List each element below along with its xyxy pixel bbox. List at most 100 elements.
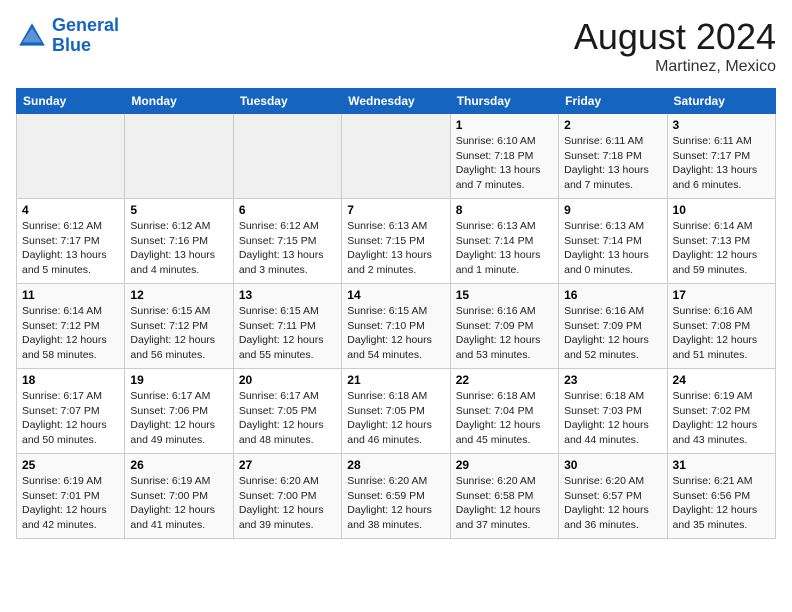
calendar-cell: 12Sunrise: 6:15 AM Sunset: 7:12 PM Dayli… bbox=[125, 284, 233, 369]
day-number: 11 bbox=[22, 288, 119, 302]
calendar-cell: 30 Sunrise: 6:20 AM Sunset: 6:57 PM Dayli… bbox=[559, 454, 667, 539]
day-info: Sunrise: 6:19 AM Sunset: 7:02 PM Dayligh… bbox=[673, 389, 770, 448]
day-number: 27 bbox=[239, 458, 336, 472]
calendar-cell: 22 Sunrise: 6:18 AM Sunset: 7:04 PM Dayli… bbox=[450, 369, 558, 454]
day-number: 12 bbox=[130, 288, 227, 302]
day-number: 21 bbox=[347, 373, 444, 387]
day-number: 18 bbox=[22, 373, 119, 387]
day-number: 5 bbox=[130, 203, 227, 217]
calendar-cell bbox=[233, 114, 341, 199]
day-info: Sunrise: 6:12 AM Sunset: 7:15 PM Dayligh… bbox=[239, 219, 336, 278]
page-header: General Blue August 2024 Martinez, Mexic… bbox=[16, 16, 776, 76]
day-info: Sunrise: 6:13 AM Sunset: 7:14 PM Dayligh… bbox=[564, 219, 661, 278]
day-number: 25 bbox=[22, 458, 119, 472]
day-info: Sunrise: 6:20 AM Sunset: 6:59 PM Dayligh… bbox=[347, 474, 444, 533]
day-number: 26 bbox=[130, 458, 227, 472]
day-number: 15 bbox=[456, 288, 553, 302]
calendar-cell: 21 Sunrise: 6:18 AM Sunset: 7:05 PM Dayli… bbox=[342, 369, 450, 454]
day-info: Sunrise: 6:21 AM Sunset: 6:56 PM Dayligh… bbox=[673, 474, 770, 533]
day-number: 20 bbox=[239, 373, 336, 387]
calendar-cell: 17Sunrise: 6:16 AM Sunset: 7:08 PM Dayli… bbox=[667, 284, 775, 369]
calendar-cell: 5 Sunrise: 6:12 AM Sunset: 7:16 PM Daylig… bbox=[125, 199, 233, 284]
calendar-cell: 8 Sunrise: 6:13 AM Sunset: 7:14 PM Daylig… bbox=[450, 199, 558, 284]
day-number: 23 bbox=[564, 373, 661, 387]
day-number: 22 bbox=[456, 373, 553, 387]
day-info: Sunrise: 6:12 AM Sunset: 7:16 PM Dayligh… bbox=[130, 219, 227, 278]
header-day-monday: Monday bbox=[125, 89, 233, 114]
day-info: Sunrise: 6:20 AM Sunset: 7:00 PM Dayligh… bbox=[239, 474, 336, 533]
calendar-cell: 15 Sunrise: 6:16 AM Sunset: 7:09 PM Dayli… bbox=[450, 284, 558, 369]
day-number: 30 bbox=[564, 458, 661, 472]
day-info: Sunrise: 6:17 AM Sunset: 7:06 PM Dayligh… bbox=[130, 389, 227, 448]
day-info: Sunrise: 6:14 AM Sunset: 7:12 PM Dayligh… bbox=[22, 304, 119, 363]
calendar-cell: 31 Sunrise: 6:21 AM Sunset: 6:56 PM Dayli… bbox=[667, 454, 775, 539]
header-day-sunday: Sunday bbox=[17, 89, 125, 114]
day-number: 24 bbox=[673, 373, 770, 387]
calendar-cell: 7Sunrise: 6:13 AM Sunset: 7:15 PM Daylig… bbox=[342, 199, 450, 284]
day-number: 16 bbox=[564, 288, 661, 302]
day-number: 10 bbox=[673, 203, 770, 217]
calendar-cell: 4 Sunrise: 6:12 AM Sunset: 7:17 PM Daylig… bbox=[17, 199, 125, 284]
day-info: Sunrise: 6:13 AM Sunset: 7:14 PM Dayligh… bbox=[456, 219, 553, 278]
calendar-cell bbox=[17, 114, 125, 199]
location: Martinez, Mexico bbox=[574, 58, 776, 76]
day-info: Sunrise: 6:20 AM Sunset: 6:58 PM Dayligh… bbox=[456, 474, 553, 533]
calendar-cell: 13Sunrise: 6:15 AM Sunset: 7:11 PM Dayli… bbox=[233, 284, 341, 369]
day-number: 9 bbox=[564, 203, 661, 217]
day-number: 31 bbox=[673, 458, 770, 472]
logo-text: General Blue bbox=[52, 16, 119, 56]
day-number: 2 bbox=[564, 118, 661, 132]
day-info: Sunrise: 6:16 AM Sunset: 7:09 PM Dayligh… bbox=[456, 304, 553, 363]
week-row-1: 1Sunrise: 6:10 AM Sunset: 7:18 PM Daylig… bbox=[17, 114, 776, 199]
day-number: 14 bbox=[347, 288, 444, 302]
day-info: Sunrise: 6:18 AM Sunset: 7:03 PM Dayligh… bbox=[564, 389, 661, 448]
calendar-cell: 14 Sunrise: 6:15 AM Sunset: 7:10 PM Dayli… bbox=[342, 284, 450, 369]
calendar-cell: 10 Sunrise: 6:14 AM Sunset: 7:13 PM Dayli… bbox=[667, 199, 775, 284]
day-info: Sunrise: 6:19 AM Sunset: 7:01 PM Dayligh… bbox=[22, 474, 119, 533]
day-info: Sunrise: 6:17 AM Sunset: 7:05 PM Dayligh… bbox=[239, 389, 336, 448]
day-info: Sunrise: 6:14 AM Sunset: 7:13 PM Dayligh… bbox=[673, 219, 770, 278]
day-info: Sunrise: 6:16 AM Sunset: 7:08 PM Dayligh… bbox=[673, 304, 770, 363]
week-row-2: 4 Sunrise: 6:12 AM Sunset: 7:17 PM Daylig… bbox=[17, 199, 776, 284]
day-info: Sunrise: 6:12 AM Sunset: 7:17 PM Dayligh… bbox=[22, 219, 119, 278]
calendar-cell bbox=[342, 114, 450, 199]
day-number: 13 bbox=[239, 288, 336, 302]
calendar-table: SundayMondayTuesdayWednesdayThursdayFrid… bbox=[16, 88, 776, 539]
week-row-4: 18 Sunrise: 6:17 AM Sunset: 7:07 PM Dayli… bbox=[17, 369, 776, 454]
day-number: 28 bbox=[347, 458, 444, 472]
calendar-cell bbox=[125, 114, 233, 199]
day-number: 29 bbox=[456, 458, 553, 472]
day-number: 8 bbox=[456, 203, 553, 217]
calendar-cell: 27 Sunrise: 6:20 AM Sunset: 7:00 PM Dayli… bbox=[233, 454, 341, 539]
header-day-friday: Friday bbox=[559, 89, 667, 114]
day-info: Sunrise: 6:15 AM Sunset: 7:10 PM Dayligh… bbox=[347, 304, 444, 363]
calendar-cell: 25 Sunrise: 6:19 AM Sunset: 7:01 PM Dayli… bbox=[17, 454, 125, 539]
header-row: SundayMondayTuesdayWednesdayThursdayFrid… bbox=[17, 89, 776, 114]
logo-icon bbox=[16, 20, 48, 52]
calendar-cell: 3Sunrise: 6:11 AM Sunset: 7:17 PM Daylig… bbox=[667, 114, 775, 199]
calendar-cell: 26 Sunrise: 6:19 AM Sunset: 7:00 PM Dayli… bbox=[125, 454, 233, 539]
calendar-cell: 20 Sunrise: 6:17 AM Sunset: 7:05 PM Dayli… bbox=[233, 369, 341, 454]
calendar-cell: 1Sunrise: 6:10 AM Sunset: 7:18 PM Daylig… bbox=[450, 114, 558, 199]
calendar-cell: 24 Sunrise: 6:19 AM Sunset: 7:02 PM Dayli… bbox=[667, 369, 775, 454]
day-info: Sunrise: 6:10 AM Sunset: 7:18 PM Dayligh… bbox=[456, 134, 553, 193]
day-info: Sunrise: 6:20 AM Sunset: 6:57 PM Dayligh… bbox=[564, 474, 661, 533]
calendar-cell: 9 Sunrise: 6:13 AM Sunset: 7:14 PM Daylig… bbox=[559, 199, 667, 284]
day-info: Sunrise: 6:19 AM Sunset: 7:00 PM Dayligh… bbox=[130, 474, 227, 533]
calendar-cell: 29 Sunrise: 6:20 AM Sunset: 6:58 PM Dayli… bbox=[450, 454, 558, 539]
day-info: Sunrise: 6:18 AM Sunset: 7:04 PM Dayligh… bbox=[456, 389, 553, 448]
title-block: August 2024 Martinez, Mexico bbox=[574, 16, 776, 76]
calendar-cell: 6Sunrise: 6:12 AM Sunset: 7:15 PM Daylig… bbox=[233, 199, 341, 284]
header-day-thursday: Thursday bbox=[450, 89, 558, 114]
calendar-cell: 18 Sunrise: 6:17 AM Sunset: 7:07 PM Dayli… bbox=[17, 369, 125, 454]
month-title: August 2024 bbox=[574, 16, 776, 58]
day-info: Sunrise: 6:18 AM Sunset: 7:05 PM Dayligh… bbox=[347, 389, 444, 448]
calendar-cell: 2 Sunrise: 6:11 AM Sunset: 7:18 PM Daylig… bbox=[559, 114, 667, 199]
day-info: Sunrise: 6:11 AM Sunset: 7:18 PM Dayligh… bbox=[564, 134, 661, 193]
day-info: Sunrise: 6:17 AM Sunset: 7:07 PM Dayligh… bbox=[22, 389, 119, 448]
day-number: 7 bbox=[347, 203, 444, 217]
header-day-wednesday: Wednesday bbox=[342, 89, 450, 114]
header-day-saturday: Saturday bbox=[667, 89, 775, 114]
day-number: 4 bbox=[22, 203, 119, 217]
calendar-cell: 16Sunrise: 6:16 AM Sunset: 7:09 PM Dayli… bbox=[559, 284, 667, 369]
